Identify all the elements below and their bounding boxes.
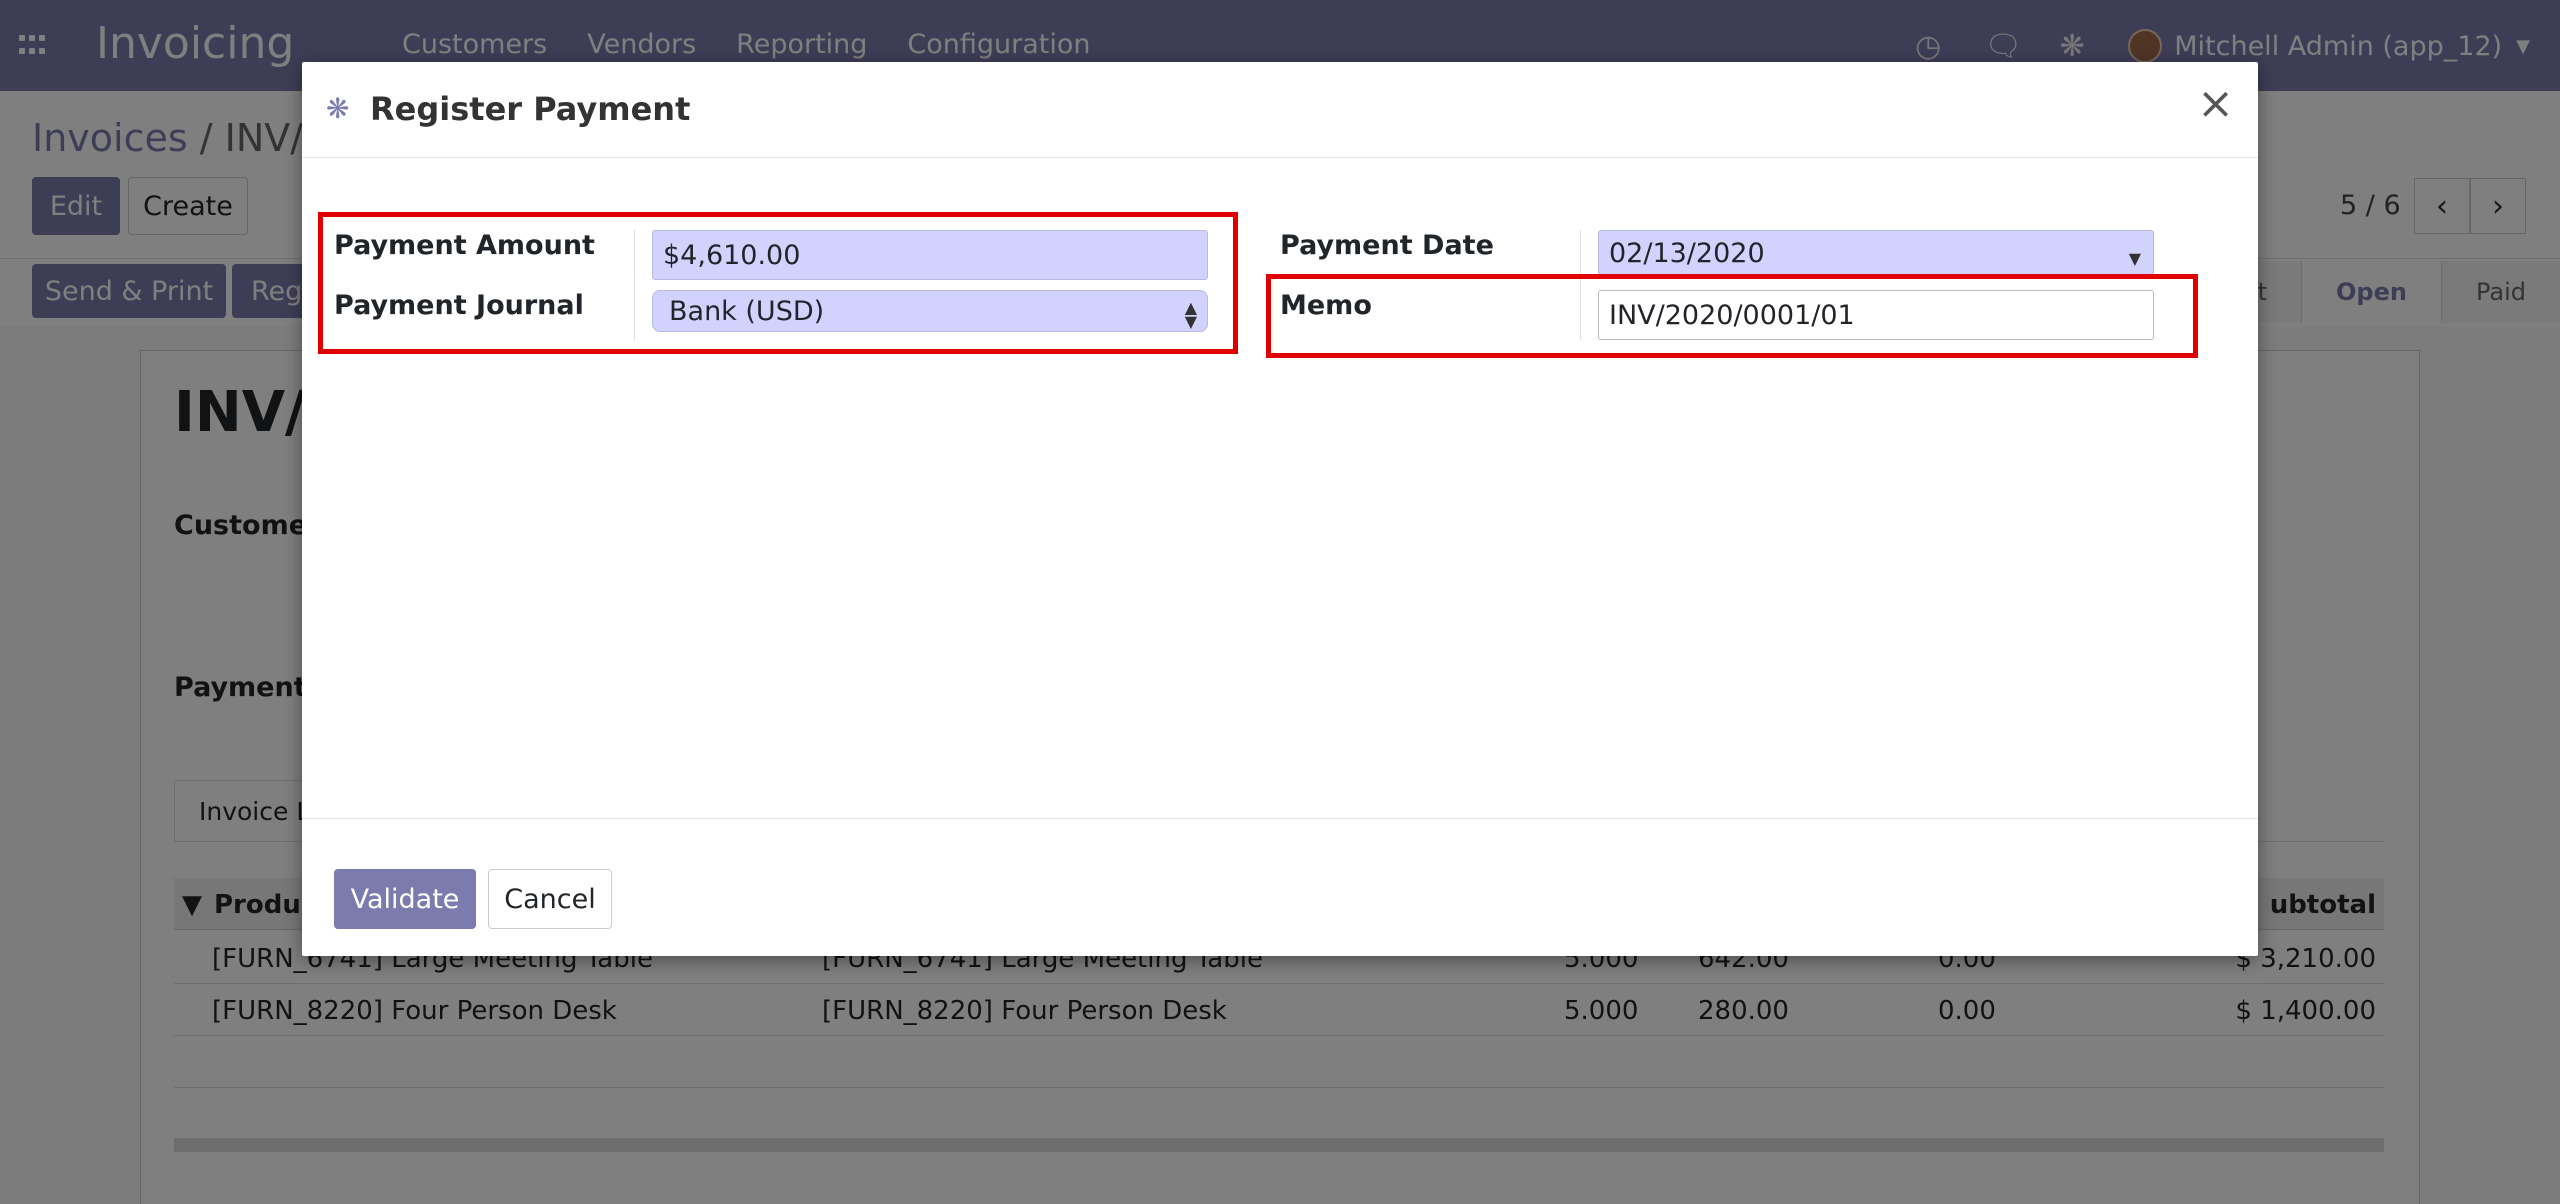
validate-button[interactable]: Validate bbox=[334, 869, 476, 929]
payment-date-input[interactable]: 02/13/2020 ▼ bbox=[1598, 230, 2154, 276]
modal-header: ❋ Register Payment × bbox=[302, 62, 2258, 158]
register-payment-dialog: ❋ Register Payment × Payment Amount Paym… bbox=[302, 62, 2258, 956]
payment-date-label: Payment Date bbox=[1280, 230, 1494, 261]
cancel-button[interactable]: Cancel bbox=[488, 869, 612, 929]
modal-footer: Validate Cancel bbox=[302, 818, 2258, 956]
close-icon[interactable]: × bbox=[2197, 82, 2234, 126]
modal-title: Register Payment bbox=[370, 90, 691, 128]
debug-bug-icon[interactable]: ❋ bbox=[326, 92, 349, 125]
payment-date-value: 02/13/2020 bbox=[1609, 237, 1765, 269]
chevron-down-icon: ▼ bbox=[2128, 249, 2141, 268]
highlight-box bbox=[1266, 274, 2198, 358]
highlight-box bbox=[318, 212, 1238, 354]
